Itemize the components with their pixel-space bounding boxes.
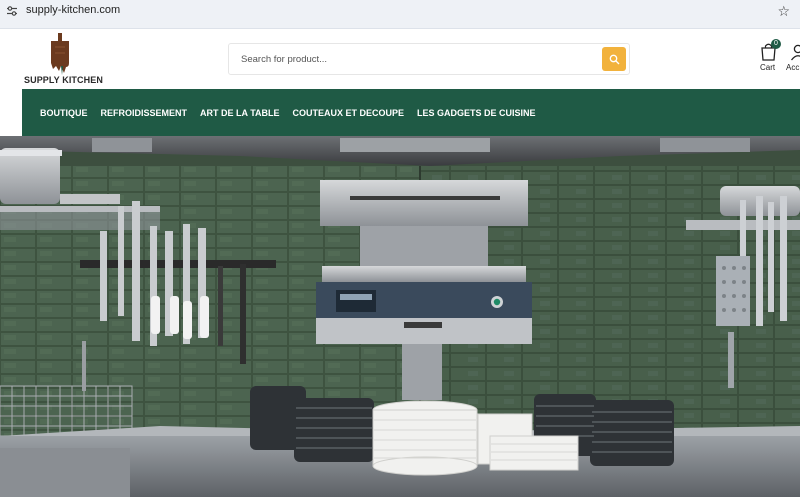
hero-banner	[0, 136, 800, 497]
nav-item-couteaux-et-decoupe[interactable]: COUTEAUX ET DECOUPE	[293, 108, 405, 118]
search-button[interactable]	[602, 47, 626, 71]
hero-kitchen-image	[0, 136, 800, 497]
user-icon	[790, 44, 800, 61]
nav-item-boutique[interactable]: BOUTIQUE	[40, 108, 88, 118]
cart-label: Cart	[760, 63, 776, 72]
main-navigation: BOUTIQUE REFROIDISSEMENT ART DE LA TABLE…	[22, 89, 800, 136]
logo-text[interactable]: SUPPLY KITCHEN	[24, 75, 103, 85]
site-header: SUPPLY KITCHEN 0 Cart Acc	[0, 29, 800, 89]
account-label: Acc	[786, 63, 800, 72]
tune-icon[interactable]	[6, 5, 18, 17]
nav-item-refroidissement[interactable]: REFROIDISSEMENT	[101, 108, 188, 118]
nav-item-art-de-la-table[interactable]: ART DE LA TABLE	[200, 108, 280, 118]
logo-icon[interactable]	[47, 33, 73, 75]
cart-button[interactable]: 0 Cart	[756, 39, 782, 75]
search-icon	[609, 54, 619, 64]
nav-item-gadgets-de-cuisine[interactable]: LES GADGETS DE CUISINE	[417, 108, 536, 118]
star-icon[interactable]: ☆	[777, 2, 790, 20]
browser-address-bar: supply-kitchen.com ☆	[0, 0, 800, 28]
search-input[interactable]	[229, 44, 601, 74]
search-bar	[228, 43, 630, 75]
account-button[interactable]: Acc	[786, 41, 800, 75]
cart-count-badge: 0	[771, 39, 781, 49]
address-url[interactable]: supply-kitchen.com	[26, 4, 120, 16]
